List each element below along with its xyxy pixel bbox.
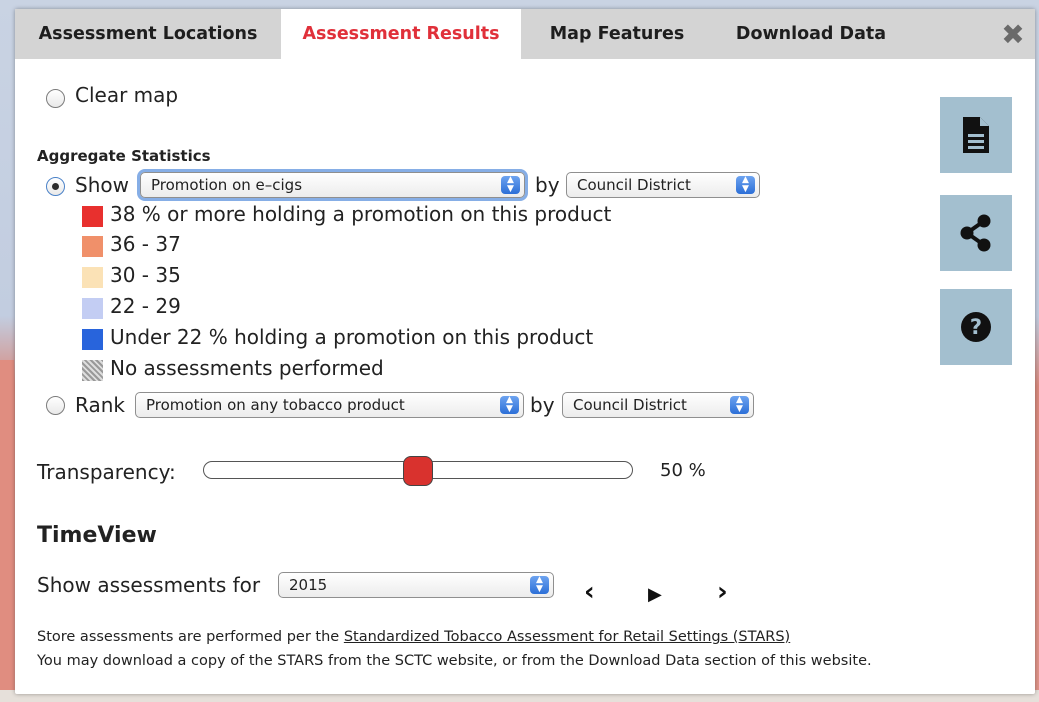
close-icon[interactable]: ✖ [1000, 21, 1026, 49]
results-panel: Assessment Locations Assessment Results … [15, 9, 1035, 694]
help-icon: ? [961, 312, 991, 342]
select-arrows-icon: ▲ ▼ [736, 176, 755, 194]
show-measure-select[interactable]: Promotion on e–cigs ▲ ▼ [140, 172, 525, 198]
document-button[interactable] [940, 97, 1012, 173]
document-icon [963, 117, 989, 153]
timeview-title: TimeView [37, 523, 157, 548]
help-button[interactable]: ? [940, 289, 1012, 365]
rank-by-label: by [530, 393, 555, 417]
aggregate-statistics-title: Aggregate Statistics [37, 147, 211, 165]
stars-note-prefix: Store assessments are performed per the [37, 629, 344, 645]
year-value: 2015 [289, 576, 328, 594]
show-group-value: Council District [577, 176, 691, 194]
tab-assessment-results[interactable]: Assessment Results [281, 9, 521, 59]
legend-label: 22 - 29 [110, 294, 181, 318]
tab-download-data[interactable]: Download Data [713, 9, 909, 59]
play-icon[interactable]: ▶ [648, 580, 662, 610]
clear-map-label: Clear map [75, 83, 179, 107]
rank-radio[interactable] [46, 396, 65, 415]
stars-link[interactable]: Standardized Tobacco Assessment for Reta… [344, 629, 790, 645]
tab-map-features[interactable]: Map Features [521, 9, 713, 59]
download-note: You may download a copy of the STARS fro… [37, 653, 872, 669]
previous-icon[interactable]: ‹ [584, 577, 595, 607]
show-measure-value: Promotion on e–cigs [151, 176, 303, 194]
rank-label: Rank [75, 393, 125, 417]
legend-swatch [82, 206, 103, 227]
legend-swatch [82, 236, 103, 257]
year-select[interactable]: 2015 ▲ ▼ [278, 572, 554, 598]
map-district-fill [0, 360, 14, 702]
transparency-slider-handle[interactable] [403, 456, 433, 486]
transparency-value: 50 % [660, 460, 706, 481]
legend-label: 36 - 37 [110, 232, 181, 256]
legend-swatch-hatched [82, 360, 103, 381]
show-label: Show [75, 173, 129, 197]
share-button[interactable] [940, 195, 1012, 271]
select-arrows-icon: ▲ ▼ [501, 176, 520, 194]
rank-group-select[interactable]: Council District ▲ ▼ [562, 392, 754, 418]
legend-label: No assessments performed [110, 356, 384, 380]
clear-map-radio[interactable] [46, 89, 65, 108]
rank-measure-select[interactable]: Promotion on any tobacco product ▲ ▼ [135, 392, 524, 418]
legend-swatch [82, 298, 103, 319]
rank-group-value: Council District [573, 396, 687, 414]
show-group-select[interactable]: Council District ▲ ▼ [566, 172, 760, 198]
rank-measure-value: Promotion on any tobacco product [146, 396, 405, 414]
stars-note: Store assessments are performed per the … [37, 629, 790, 645]
legend-swatch [82, 267, 103, 288]
transparency-label: Transparency: [37, 460, 176, 484]
svg-text:?: ? [970, 315, 982, 339]
next-icon[interactable]: › [717, 577, 728, 607]
legend-swatch [82, 329, 103, 350]
show-radio[interactable] [46, 177, 65, 196]
share-icon [960, 214, 991, 252]
legend-label: 38 % or more holding a promotion on this… [110, 202, 612, 226]
select-arrows-icon: ▲ ▼ [500, 396, 519, 414]
tab-assessment-locations[interactable]: Assessment Locations [15, 9, 281, 59]
legend-label: Under 22 % holding a promotion on this p… [110, 325, 594, 349]
select-arrows-icon: ▲ ▼ [730, 396, 749, 414]
tab-bar: Assessment Locations Assessment Results … [15, 9, 1035, 59]
timeview-label: Show assessments for [37, 573, 261, 597]
select-arrows-icon: ▲ ▼ [530, 576, 549, 594]
show-by-label: by [535, 173, 560, 197]
legend-label: 30 - 35 [110, 263, 181, 287]
